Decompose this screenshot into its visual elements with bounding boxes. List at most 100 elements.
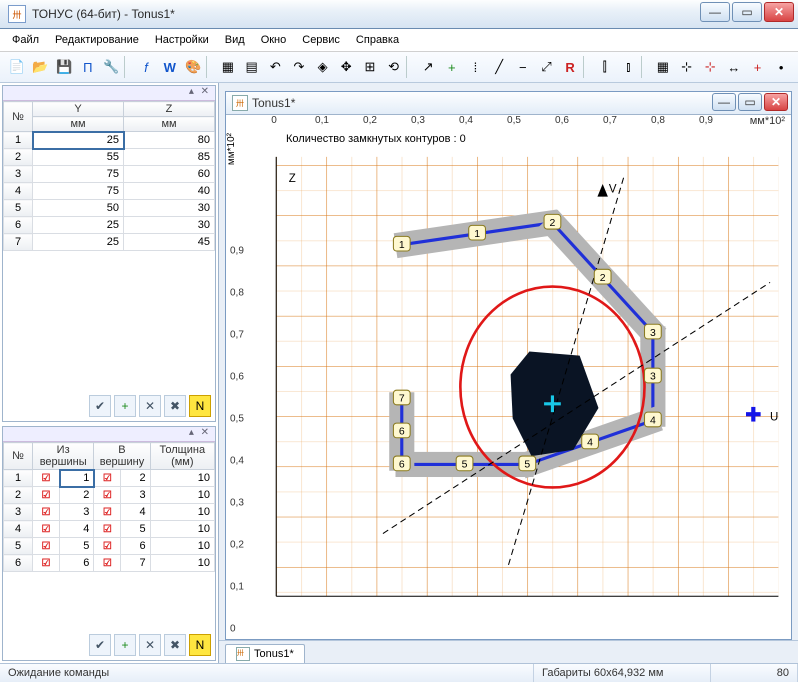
- table-row-header[interactable]: 4: [4, 183, 33, 200]
- table-row-header[interactable]: 7: [4, 234, 33, 251]
- close-button[interactable]: ✕: [764, 2, 794, 22]
- cell-thick[interactable]: 10: [150, 487, 214, 504]
- cell-chk[interactable]: ☑: [33, 504, 60, 521]
- cell-y[interactable]: 75: [33, 183, 124, 200]
- delete-icon[interactable]: ✕: [139, 634, 161, 656]
- cross-icon[interactable]: +: [747, 56, 769, 78]
- axes1-icon[interactable]: ⊹: [676, 56, 698, 78]
- window-icon[interactable]: ⊞: [359, 56, 381, 78]
- save-icon[interactable]: 💾: [53, 56, 75, 78]
- menu-help[interactable]: Справка: [350, 32, 405, 48]
- dim-icon[interactable]: ↔: [723, 56, 745, 78]
- menu-file[interactable]: Файл: [6, 32, 45, 48]
- dash-icon[interactable]: ⁞: [465, 56, 487, 78]
- cell-thick[interactable]: 10: [150, 538, 214, 555]
- cell-y[interactable]: 25: [33, 217, 124, 234]
- mirror-v-icon[interactable]: ⫾: [618, 56, 640, 78]
- tab-tonus1[interactable]: 卅 Tonus1*: [225, 644, 305, 663]
- italic-f-icon[interactable]: f: [135, 56, 157, 78]
- cell-from[interactable]: 2: [60, 487, 94, 504]
- apply-icon[interactable]: ✔: [89, 634, 111, 656]
- cell-thick[interactable]: 10: [150, 470, 214, 487]
- cell-z[interactable]: 40: [124, 183, 215, 200]
- clear-icon[interactable]: ✖: [164, 395, 186, 417]
- cell-z[interactable]: 30: [124, 217, 215, 234]
- menu-edit[interactable]: Редактирование: [49, 32, 145, 48]
- hatch-icon[interactable]: ▦: [652, 56, 674, 78]
- redo-icon[interactable]: ↷: [288, 56, 310, 78]
- cell-to[interactable]: 3: [121, 487, 150, 504]
- table-row-header[interactable]: 3: [4, 504, 33, 521]
- add-icon[interactable]: +: [114, 634, 136, 656]
- snap-icon[interactable]: ⤢: [536, 56, 558, 78]
- cell-chk[interactable]: ☑: [33, 538, 60, 555]
- mirror-h-icon[interactable]: ⫿: [594, 56, 616, 78]
- cell-thick[interactable]: 10: [150, 555, 214, 572]
- apply-icon[interactable]: ✔: [89, 395, 111, 417]
- cell-from[interactable]: 6: [60, 555, 94, 572]
- minimize-button[interactable]: —: [700, 2, 730, 22]
- table-row-header[interactable]: 1: [4, 470, 33, 487]
- cell-to[interactable]: 6: [121, 538, 150, 555]
- menu-window[interactable]: Окно: [255, 32, 293, 48]
- cell-chk[interactable]: ☑: [94, 504, 121, 521]
- doc-minimize-button[interactable]: —: [712, 93, 736, 111]
- cell-z[interactable]: 60: [124, 166, 215, 183]
- n-icon[interactable]: N: [189, 395, 211, 417]
- cell-to[interactable]: 5: [121, 521, 150, 538]
- cell-y[interactable]: 25: [33, 132, 124, 149]
- r-icon[interactable]: R: [559, 56, 581, 78]
- delete-icon[interactable]: ✕: [139, 395, 161, 417]
- diag-icon[interactable]: ╱: [488, 56, 510, 78]
- axes2-icon[interactable]: ⊹: [699, 56, 721, 78]
- table-row-header[interactable]: 6: [4, 555, 33, 572]
- cell-chk[interactable]: ☑: [94, 521, 121, 538]
- menu-service[interactable]: Сервис: [296, 32, 346, 48]
- grid1-icon[interactable]: ▦: [217, 56, 239, 78]
- cell-chk[interactable]: ☑: [94, 538, 121, 555]
- add-icon[interactable]: +: [114, 395, 136, 417]
- doc-close-button[interactable]: ✕: [764, 93, 788, 111]
- cell-chk[interactable]: ☑: [94, 555, 121, 572]
- table-row-header[interactable]: 1: [4, 132, 33, 149]
- maximize-button[interactable]: ▭: [732, 2, 762, 22]
- word-icon[interactable]: W: [159, 56, 181, 78]
- target-icon[interactable]: ◈: [312, 56, 334, 78]
- dot-icon[interactable]: •: [770, 56, 792, 78]
- cell-thick[interactable]: 10: [150, 521, 214, 538]
- vertices-table[interactable]: № Y Z мм мм 1258025585375604754055030625…: [3, 101, 215, 251]
- cell-y[interactable]: 25: [33, 234, 124, 251]
- cell-y[interactable]: 50: [33, 200, 124, 217]
- cell-chk[interactable]: ☑: [33, 555, 60, 572]
- cell-chk[interactable]: ☑: [94, 470, 121, 487]
- cell-from[interactable]: 4: [60, 521, 94, 538]
- clear-icon[interactable]: ✖: [164, 634, 186, 656]
- table-row-header[interactable]: 2: [4, 487, 33, 504]
- cell-to[interactable]: 2: [121, 470, 150, 487]
- panel-close-icon[interactable]: ▴ ✕: [3, 86, 215, 101]
- new-file-icon[interactable]: 📄: [6, 56, 28, 78]
- cell-from[interactable]: 1: [60, 470, 94, 487]
- line-tool-icon[interactable]: ↗: [417, 56, 439, 78]
- section-icon[interactable]: П: [77, 56, 99, 78]
- cell-to[interactable]: 4: [121, 504, 150, 521]
- cell-y[interactable]: 55: [33, 149, 124, 166]
- table-row-header[interactable]: 4: [4, 521, 33, 538]
- table-row-header[interactable]: 5: [4, 200, 33, 217]
- cell-y[interactable]: 75: [33, 166, 124, 183]
- cell-z[interactable]: 45: [124, 234, 215, 251]
- dash2-icon[interactable]: −: [512, 56, 534, 78]
- cell-z[interactable]: 30: [124, 200, 215, 217]
- cell-chk[interactable]: ☑: [33, 470, 60, 487]
- cell-from[interactable]: 5: [60, 538, 94, 555]
- undo-icon[interactable]: ↶: [264, 56, 286, 78]
- canvas[interactable]: 00,10,20,30,40,50,60,70,80,9 00,10,20,30…: [226, 115, 791, 639]
- cell-thick[interactable]: 10: [150, 504, 214, 521]
- table-row-header[interactable]: 3: [4, 166, 33, 183]
- table-row-header[interactable]: 5: [4, 538, 33, 555]
- segments-table[interactable]: № Из вершины В вершину Толщина (мм) 1☑1☑…: [3, 442, 215, 572]
- cell-to[interactable]: 7: [121, 555, 150, 572]
- move-icon[interactable]: ✥: [335, 56, 357, 78]
- cell-chk[interactable]: ☑: [33, 521, 60, 538]
- n-icon[interactable]: N: [189, 634, 211, 656]
